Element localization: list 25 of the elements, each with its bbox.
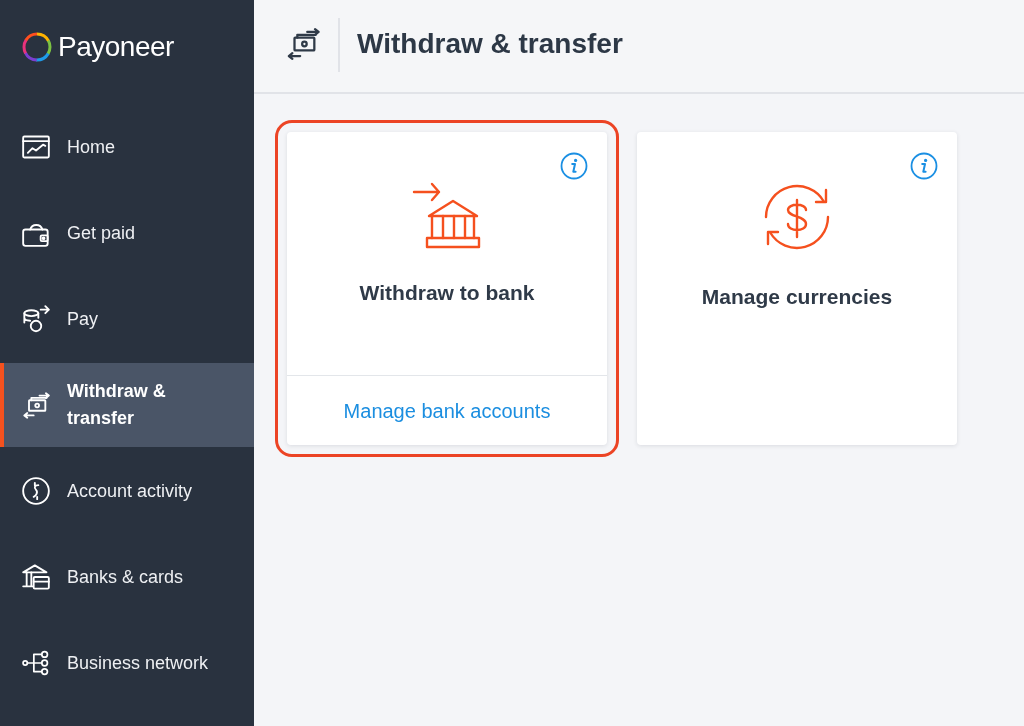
nav-item[interactable]: Home — [0, 105, 254, 189]
info-icon[interactable] — [910, 152, 938, 180]
nav-item[interactable]: Pay — [0, 277, 254, 361]
card-title: Withdraw to bank — [359, 280, 535, 306]
info-icon[interactable] — [560, 152, 588, 180]
option-card[interactable]: Manage currencies — [637, 132, 957, 445]
option-card[interactable]: Withdraw to bank Manage bank accounts — [287, 132, 607, 445]
chart-window-icon — [22, 135, 50, 159]
manage-link[interactable]: Manage bank accounts — [343, 398, 551, 423]
banknote-arrows-icon — [286, 27, 320, 61]
bank-card-icon — [22, 563, 50, 591]
nav-item[interactable]: Account activity — [0, 449, 254, 533]
node-tree-icon — [22, 649, 50, 677]
card-title: Manage currencies — [701, 284, 893, 310]
nav-item[interactable]: Banks & cards — [0, 535, 254, 619]
nav-item[interactable]: Withdraw & transfer — [0, 363, 254, 447]
banknote-arrows-icon — [22, 391, 50, 419]
arrow-into-bank-icon — [412, 180, 482, 250]
coins-arrow-icon — [22, 305, 50, 333]
nav-item[interactable]: Business network — [0, 621, 254, 705]
logo-wordmark: Payoneer — [58, 32, 174, 62]
nav-item[interactable]: Get paid — [0, 191, 254, 275]
logo-ring-icon — [22, 32, 52, 62]
circled-squiggle-icon — [22, 477, 50, 505]
page-title: Withdraw & transfer — [357, 27, 623, 61]
